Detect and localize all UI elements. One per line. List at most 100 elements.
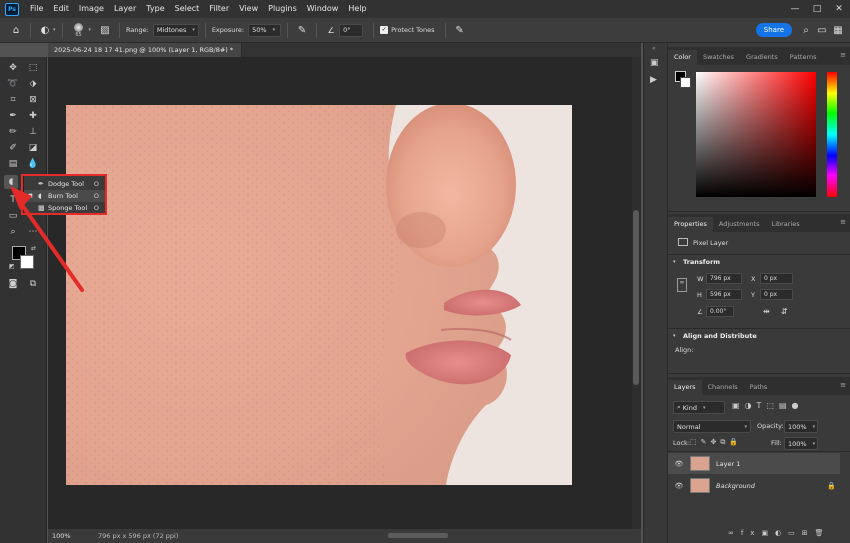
workspace-icon[interactable]: ▭	[814, 22, 830, 38]
panel-menu-icon[interactable]: ≡	[840, 381, 846, 389]
panel-menu-icon[interactable]: ≡	[840, 51, 846, 59]
tab-libraries[interactable]: Libraries	[766, 217, 806, 232]
menu-select[interactable]: Select	[170, 0, 205, 18]
color-panel-tabs: Color Swatches Gradients Patterns ≡	[668, 47, 850, 65]
angle-input[interactable]: 0°	[339, 23, 364, 37]
align-label: Align:	[675, 346, 694, 354]
hue-slider[interactable]	[827, 72, 837, 197]
tab-layers[interactable]: Layers	[668, 380, 702, 395]
tab-adjustments[interactable]: Adjustments	[713, 217, 766, 232]
maximize-button[interactable]: □	[806, 0, 828, 18]
minimize-button[interactable]: —	[784, 0, 806, 18]
blur-tool-icon[interactable]: 💧	[26, 157, 40, 171]
airbrush-icon[interactable]: ✎	[294, 22, 310, 38]
healing-brush-icon[interactable]: ✚	[26, 109, 40, 123]
crop-tool-icon[interactable]: ⌗	[6, 93, 20, 107]
status-chevron-icon[interactable]: ›	[148, 529, 150, 543]
opacity-input[interactable]: 100% ▾	[784, 420, 818, 433]
panel-menu-icon[interactable]: ≡	[840, 218, 846, 226]
layer-thumbnail	[690, 456, 710, 471]
home-icon[interactable]: ⌂	[8, 22, 24, 38]
menu-plugins[interactable]: Plugins	[263, 0, 302, 18]
lock-label: Lock:	[673, 439, 691, 447]
fill-label: Fill:	[771, 439, 782, 447]
menu-type[interactable]: Type	[141, 0, 169, 18]
tab-gradients[interactable]: Gradients	[740, 50, 784, 65]
h-label: H	[697, 291, 702, 299]
layer-filter-icons[interactable]: ▣◑T⬚▤●	[732, 401, 804, 410]
document-image[interactable]	[66, 105, 572, 485]
search-icon[interactable]: ⌕	[798, 22, 814, 38]
chevron-down-icon[interactable]: ▾	[673, 333, 676, 339]
menu-filter[interactable]: Filter	[204, 0, 234, 18]
brush-settings-icon[interactable]: ▨	[97, 22, 113, 38]
arrange-icon[interactable]: ▦	[830, 22, 846, 38]
menu-edit[interactable]: Edit	[48, 0, 74, 18]
tab-properties[interactable]: Properties	[668, 217, 713, 232]
tab-patterns[interactable]: Patterns	[784, 50, 823, 65]
marquee-tool-icon[interactable]: ⬚	[26, 61, 40, 75]
frame-tool-icon[interactable]: ⊠	[26, 93, 40, 107]
x-field[interactable]: 0 px	[760, 273, 793, 284]
brush-size-value: 65	[75, 31, 82, 38]
stamp-tool-icon[interactable]: ⊥	[26, 125, 40, 139]
height-field[interactable]: 596 px	[706, 289, 742, 300]
tab-color[interactable]: Color	[668, 50, 697, 65]
history-icon[interactable]: ▣	[650, 58, 659, 68]
actions-icon[interactable]: ▶	[650, 75, 657, 85]
tool-preset-icon[interactable]: ◐	[37, 22, 53, 38]
brush-preset-picker[interactable]: 65	[69, 22, 89, 38]
object-selection-icon[interactable]: ⬗	[26, 77, 40, 91]
zoom-level[interactable]: 100%	[52, 529, 71, 543]
lasso-tool-icon[interactable]: ➰	[6, 77, 20, 91]
menu-image[interactable]: Image	[74, 0, 109, 18]
flip-vertical-icon[interactable]: ⇵	[781, 307, 788, 316]
eraser-tool-icon[interactable]: ◪	[26, 141, 40, 155]
width-field[interactable]: 796 px	[706, 273, 742, 284]
menu-bar: Ps File Edit Image Layer Type Select Fil…	[0, 0, 850, 18]
range-label: Range:	[126, 26, 149, 34]
tab-paths[interactable]: Paths	[744, 380, 774, 395]
horizontal-scroll-thumb[interactable]	[388, 533, 448, 538]
pressure-icon[interactable]: ✎	[452, 22, 468, 38]
history-brush-icon[interactable]: ✐	[6, 141, 20, 155]
eyedropper-icon[interactable]: ✒	[6, 109, 20, 123]
layer-row-background[interactable]: 👁 Background 🔒	[668, 475, 840, 496]
share-button[interactable]: Share	[755, 23, 792, 37]
color-background-swatch[interactable]	[680, 77, 691, 88]
color-field-picker[interactable]	[696, 72, 816, 197]
protect-tones-checkbox[interactable]: ✓	[380, 26, 389, 34]
collapse-icon[interactable]: «	[652, 45, 656, 52]
rotation-field[interactable]: 0.00°	[706, 306, 734, 317]
y-field[interactable]: 0 px	[760, 289, 793, 300]
link-icon[interactable]: ∞	[677, 278, 687, 292]
fill-input[interactable]: 100% ▾	[784, 437, 818, 450]
move-tool-icon[interactable]: ✥	[6, 61, 20, 75]
exposure-input[interactable]: 50% ▾	[248, 23, 282, 37]
brush-tool-icon[interactable]: ✏	[6, 125, 20, 139]
layer-row-layer1[interactable]: 👁 Layer 1	[668, 453, 840, 474]
chevron-down-icon[interactable]: ▾	[673, 259, 676, 265]
visibility-eye-icon[interactable]: 👁	[672, 482, 686, 490]
flip-horizontal-icon[interactable]: ⇹	[763, 307, 770, 316]
menu-file[interactable]: File	[25, 0, 48, 18]
document-size-info: 796 px x 596 px (72 ppi)	[98, 532, 179, 540]
status-bar: 100% 796 px x 596 px (72 ppi) ›	[48, 529, 641, 543]
tab-channels[interactable]: Channels	[702, 380, 744, 395]
blend-mode-select[interactable]: Normal ▾	[673, 420, 751, 433]
range-select[interactable]: Midtones ▾	[152, 23, 199, 37]
layers-footer-icons[interactable]: ∞fx▣◐▭⊞🗑	[728, 529, 831, 537]
close-window-button[interactable]: ✕	[828, 0, 850, 18]
document-tab[interactable]: 2025-06-24 18 17 41.png @ 100% (Layer 1,…	[48, 43, 242, 57]
lock-icons[interactable]: ⬚✎✥⧉🔒	[690, 438, 742, 447]
visibility-eye-icon[interactable]: 👁	[672, 460, 686, 468]
angle-icon: ∠	[697, 308, 703, 316]
layer-filter-kind[interactable]: ⌕ Kind ▾	[673, 401, 725, 414]
gradient-tool-icon[interactable]: ▤	[6, 157, 20, 171]
vertical-scroll-thumb[interactable]	[633, 210, 639, 385]
menu-view[interactable]: View	[234, 0, 263, 18]
menu-window[interactable]: Window	[302, 0, 344, 18]
menu-layer[interactable]: Layer	[109, 0, 141, 18]
menu-help[interactable]: Help	[343, 0, 371, 18]
tab-swatches[interactable]: Swatches	[697, 50, 740, 65]
